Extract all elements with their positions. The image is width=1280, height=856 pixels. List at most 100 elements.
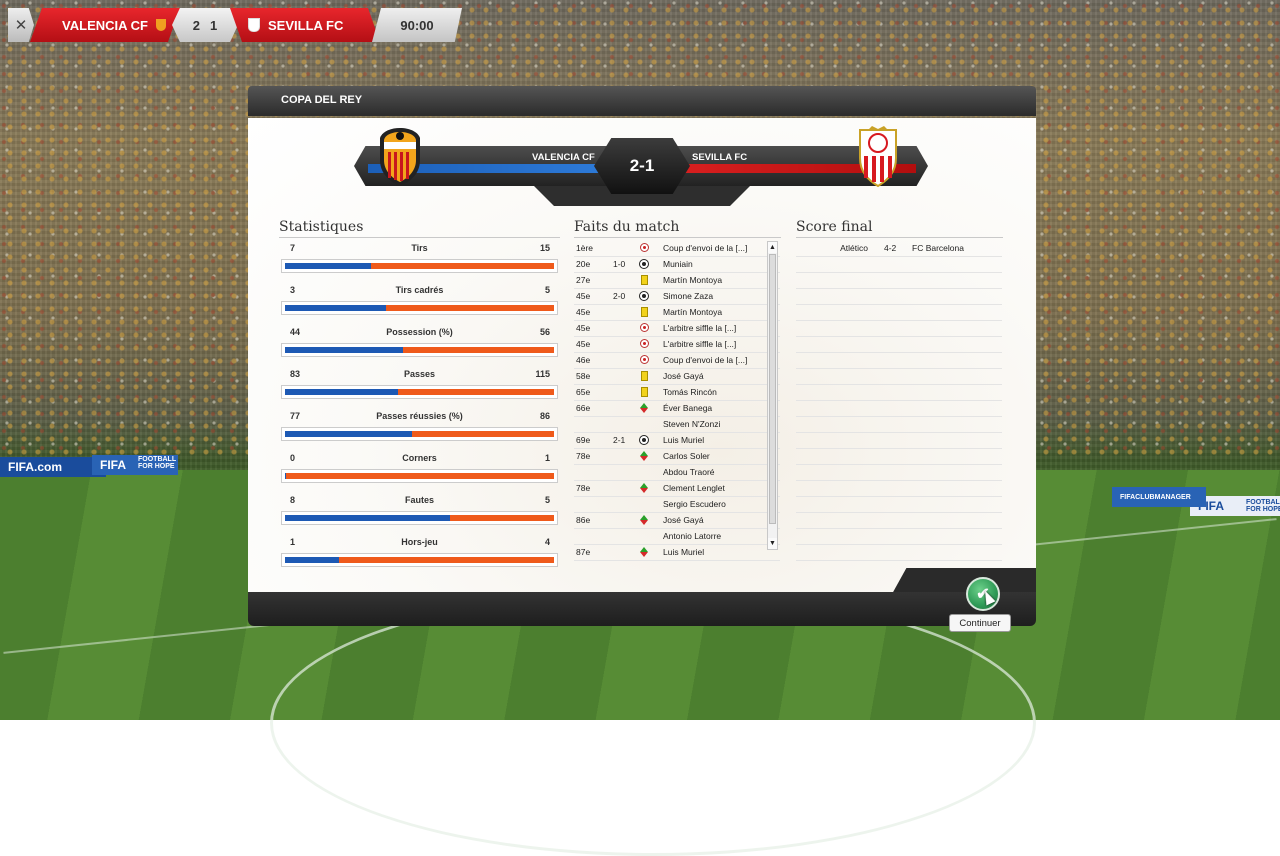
dialog-footer-notch (892, 568, 1036, 594)
adboard-fifa-com: FIFA.com (0, 457, 106, 477)
stat-bar (281, 553, 558, 567)
tools-icon[interactable]: ✕ (8, 8, 34, 42)
scrollbar-thumb[interactable] (769, 254, 776, 524)
scroll-down-icon[interactable]: ▼ (768, 538, 777, 549)
stat-bar-away-fill (285, 263, 554, 269)
continue-label[interactable]: Continuer (949, 614, 1011, 632)
final-scores-heading-rule (796, 237, 1003, 238)
pitch-center-circle (270, 590, 1036, 856)
final-scores-heading: Score final (796, 219, 873, 235)
final-score-row (796, 465, 1002, 481)
event-row: 78e Clement Lenglet (574, 481, 780, 497)
event-icon (638, 242, 650, 253)
stat-bar-away-fill (285, 473, 554, 479)
stat-bar-away-fill (285, 389, 554, 395)
final-score-row (796, 289, 1002, 305)
event-row: Antonio Latorre (574, 529, 780, 545)
banner-score: 2-1 (594, 138, 690, 194)
competition-title: COPA DEL REY (281, 94, 363, 106)
yellow-card-icon (640, 370, 648, 381)
scroll-up-icon[interactable]: ▲ (768, 242, 777, 253)
events-heading: Faits du match (574, 219, 680, 235)
stat-bar (281, 343, 558, 357)
event-icon (638, 434, 650, 445)
event-text: Martín Montoya (663, 307, 723, 317)
event-text: Luis Muriel (663, 547, 705, 557)
event-minute: 66e (576, 403, 591, 413)
stat-bar-home-fill (285, 263, 371, 269)
event-minute: 45e (576, 291, 591, 301)
event-row: 78e Carlos Soler (574, 449, 780, 465)
events-list: 1ère Coup d'envoi de la [...] 20e 1-0 Muniai… (574, 241, 780, 561)
final-score-row (796, 337, 1002, 353)
event-text: Muniain (663, 259, 693, 269)
stat-name: Possession (%) (386, 327, 453, 337)
event-icon (638, 370, 650, 381)
stat-name: Hors-jeu (401, 537, 438, 547)
event-minute: 45e (576, 323, 591, 333)
event-row: Steven N'Zonzi (574, 417, 780, 433)
final-score-row (796, 417, 1002, 433)
event-row: 45e L'arbitre siffle la [...] (574, 321, 780, 337)
event-text: L'arbitre siffle la [...] (663, 339, 737, 349)
final-score-row (796, 497, 1002, 513)
stat-bar-away-fill (285, 557, 554, 563)
scorebar-away-team: SEVILLA FC (268, 17, 344, 33)
sevilla-crest-icon (859, 126, 897, 188)
final-scores-list: Atlético 4-2 FC Barcelona (796, 241, 1002, 561)
event-minute: 45e (576, 339, 591, 349)
event-icon (638, 514, 650, 525)
top-scorebar: ✕ VALENCIA CF 2 1 SEVILLA FC 90:00 (8, 8, 462, 42)
final-score-home: Atlético (840, 243, 868, 253)
event-text: José Gayá (663, 515, 704, 525)
events-heading-rule (574, 237, 781, 238)
final-score-row (796, 353, 1002, 369)
events-scrollbar[interactable]: ▲ ▼ (767, 241, 778, 550)
event-minute: 86e (576, 515, 591, 525)
scorebar-away-goals: 1 (210, 17, 218, 33)
event-text: L'arbitre siffle la [...] (663, 323, 737, 333)
substitution-icon (639, 482, 649, 493)
event-icon (638, 450, 650, 461)
event-text: Luis Muriel (663, 435, 705, 445)
stat-away-value: 1 (544, 453, 550, 463)
event-text: Coup d'envoi de la [...] (663, 243, 748, 253)
adboard-football-for-hope: FOOTBALL FOR HOPE (138, 456, 176, 470)
event-icon (638, 258, 650, 269)
final-score-row (796, 321, 1002, 337)
stat-away-value: 4 (544, 537, 550, 547)
event-icon (638, 402, 650, 413)
stat-name: Corners (402, 453, 437, 463)
event-minute: 78e (576, 483, 591, 493)
whistle-icon (639, 323, 649, 332)
event-text: Éver Banega (663, 403, 713, 413)
final-score-value: 4-2 (884, 243, 897, 253)
stat-away-value: 15 (539, 243, 550, 253)
final-score-row (796, 369, 1002, 385)
match-clock: 90:00 (372, 8, 462, 42)
event-score: 1-0 (613, 259, 626, 269)
match-banner: VALENCIA CF SEVILLA FC 2-1 (354, 126, 928, 206)
yellow-card-icon (640, 306, 648, 317)
goal-ball-icon (639, 258, 649, 269)
final-score-row (796, 385, 1002, 401)
stat-away-value: 56 (539, 327, 550, 337)
stat-bar-home-fill (285, 557, 339, 563)
dialog-footer (248, 592, 1036, 626)
stat-bar (281, 385, 558, 399)
stat-row: 44 Possession (%) 56 (279, 324, 560, 366)
final-score-row: Atlético 4-2 FC Barcelona (796, 241, 1002, 257)
event-text: Antonio Latorre (663, 531, 722, 541)
stat-row: 0 Corners 1 (279, 450, 560, 492)
valencia-crest-icon (156, 19, 166, 31)
valencia-crest-icon (380, 128, 420, 186)
stat-bar-away-fill (285, 305, 554, 311)
event-score: 2-1 (613, 435, 626, 445)
stat-bar-away-fill (285, 515, 554, 521)
stat-row: 1 Hors-jeu 4 (279, 534, 560, 576)
stat-away-value: 5 (544, 495, 550, 505)
scorebar-home-goals: 2 (192, 17, 200, 33)
event-row: 45e Martín Montoya (574, 305, 780, 321)
goal-ball-icon (639, 290, 649, 301)
event-row: 86e José Gayá (574, 513, 780, 529)
